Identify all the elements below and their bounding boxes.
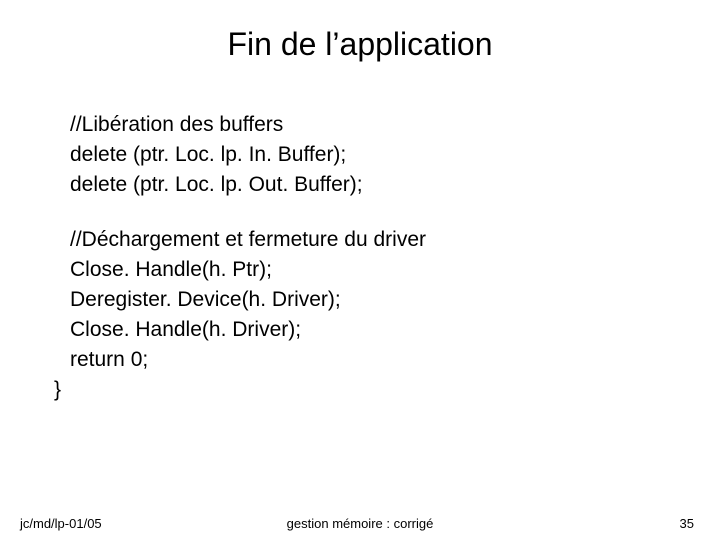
- code-line: delete (ptr. Loc. lp. Out. Buffer);: [54, 170, 680, 200]
- code-line: return 0;: [54, 345, 680, 375]
- slide-title: Fin de l’application: [0, 26, 720, 63]
- footer-right: 35: [680, 516, 694, 531]
- comment-line: //Libération des buffers: [54, 110, 680, 140]
- code-line: Close. Handle(h. Driver);: [54, 315, 680, 345]
- code-line: delete (ptr. Loc. lp. In. Buffer);: [54, 140, 680, 170]
- footer-center: gestion mémoire : corrigé: [0, 516, 720, 531]
- comment-line: //Déchargement et fermeture du driver: [54, 225, 680, 255]
- closing-brace: }: [54, 375, 680, 405]
- slide-body: //Libération des buffers delete (ptr. Lo…: [54, 110, 680, 404]
- spacer: [54, 199, 680, 225]
- code-line: Close. Handle(h. Ptr);: [54, 255, 680, 285]
- code-line: Deregister. Device(h. Driver);: [54, 285, 680, 315]
- slide: Fin de l’application //Libération des bu…: [0, 0, 720, 540]
